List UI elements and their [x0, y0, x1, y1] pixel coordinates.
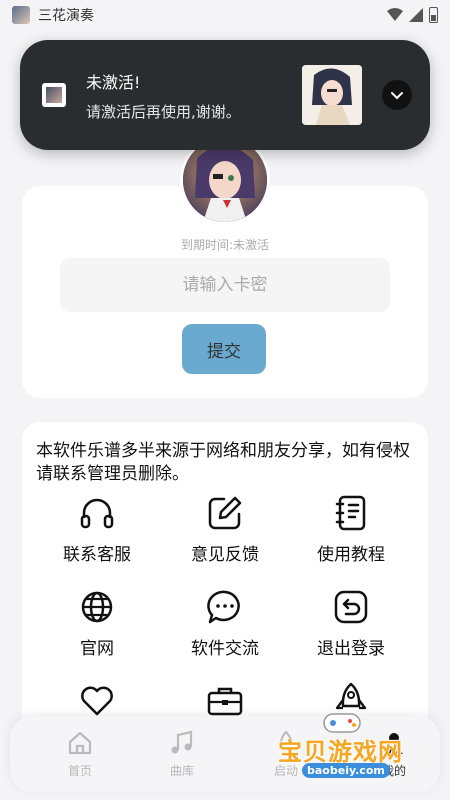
home-icon — [68, 731, 92, 755]
status-bar: 三花演奏 — [0, 0, 450, 30]
menu-item-support[interactable]: 联系客服 — [32, 494, 162, 565]
notification-banner[interactable]: 未激活! 请激活后再使用,谢谢。 — [20, 40, 430, 150]
notification-app-icon — [42, 83, 66, 107]
system-icons — [387, 7, 438, 23]
status-app-name: 三花演奏 — [38, 8, 94, 24]
menu-item-community[interactable]: 软件交流 — [160, 588, 290, 659]
music-icon — [171, 730, 193, 754]
chevron-down-icon — [391, 92, 403, 100]
menu-item-tutorial[interactable]: 使用教程 — [286, 494, 416, 565]
notification-texts: 未激活! 请激活后再使用,谢谢。 — [86, 69, 302, 122]
nav-home[interactable]: 首页 — [50, 730, 110, 779]
nav-label: 曲库 — [169, 764, 194, 778]
notification-thumbnail — [302, 65, 362, 125]
card-key-input[interactable] — [60, 258, 390, 312]
nav-label: 首页 — [67, 764, 92, 778]
battery-icon — [429, 7, 438, 23]
gamepad-icon — [323, 713, 361, 733]
expand-button[interactable] — [382, 80, 412, 110]
watermark-text: 宝贝游戏网 — [278, 738, 403, 766]
menu-item-label: 使用教程 — [317, 545, 385, 565]
wifi-icon — [387, 8, 403, 21]
edit-icon — [208, 496, 242, 530]
copyright-notice: 本软件乐谱多半来源于网络和朋友分享，如有侵权请联系管理员删除。 — [36, 441, 410, 484]
submit-button[interactable]: 提交 — [182, 324, 266, 374]
menu-item-label: 意见反馈 — [191, 545, 259, 565]
notification-message: 请激活后再使用,谢谢。 — [86, 102, 241, 121]
signal-icon — [409, 8, 423, 22]
app-avatar-icon — [12, 6, 30, 24]
menu-item-feedback[interactable]: 意见反馈 — [160, 494, 290, 565]
heart-icon — [81, 686, 113, 716]
expiry-text: 到期时间:未激活 — [180, 238, 270, 252]
menu-item-label: 官网 — [80, 639, 114, 659]
menu-item-label: 退出登录 — [317, 639, 385, 659]
menu-item-label: 联系客服 — [63, 545, 131, 565]
menu-item-logout[interactable]: 退出登录 — [286, 588, 416, 659]
briefcase-icon — [207, 687, 243, 716]
watermark: 宝贝游戏网 baobeiy.com — [272, 710, 432, 790]
nav-library[interactable]: 曲库 — [152, 730, 212, 779]
headphones-icon — [80, 498, 114, 529]
notebook-icon — [335, 495, 366, 531]
chat-icon — [207, 590, 240, 624]
logout-icon — [334, 590, 368, 624]
watermark-url: baobeiy.com — [302, 763, 390, 778]
menu-card: 本软件乐谱多半来源于网络和朋友分享，如有侵权请联系管理员删除。 联系客服 意见反… — [22, 422, 428, 732]
globe-icon — [81, 591, 113, 623]
menu-item-website[interactable]: 官网 — [32, 588, 162, 659]
notification-title: 未激活! — [86, 72, 141, 92]
menu-item-label: 软件交流 — [191, 639, 259, 659]
